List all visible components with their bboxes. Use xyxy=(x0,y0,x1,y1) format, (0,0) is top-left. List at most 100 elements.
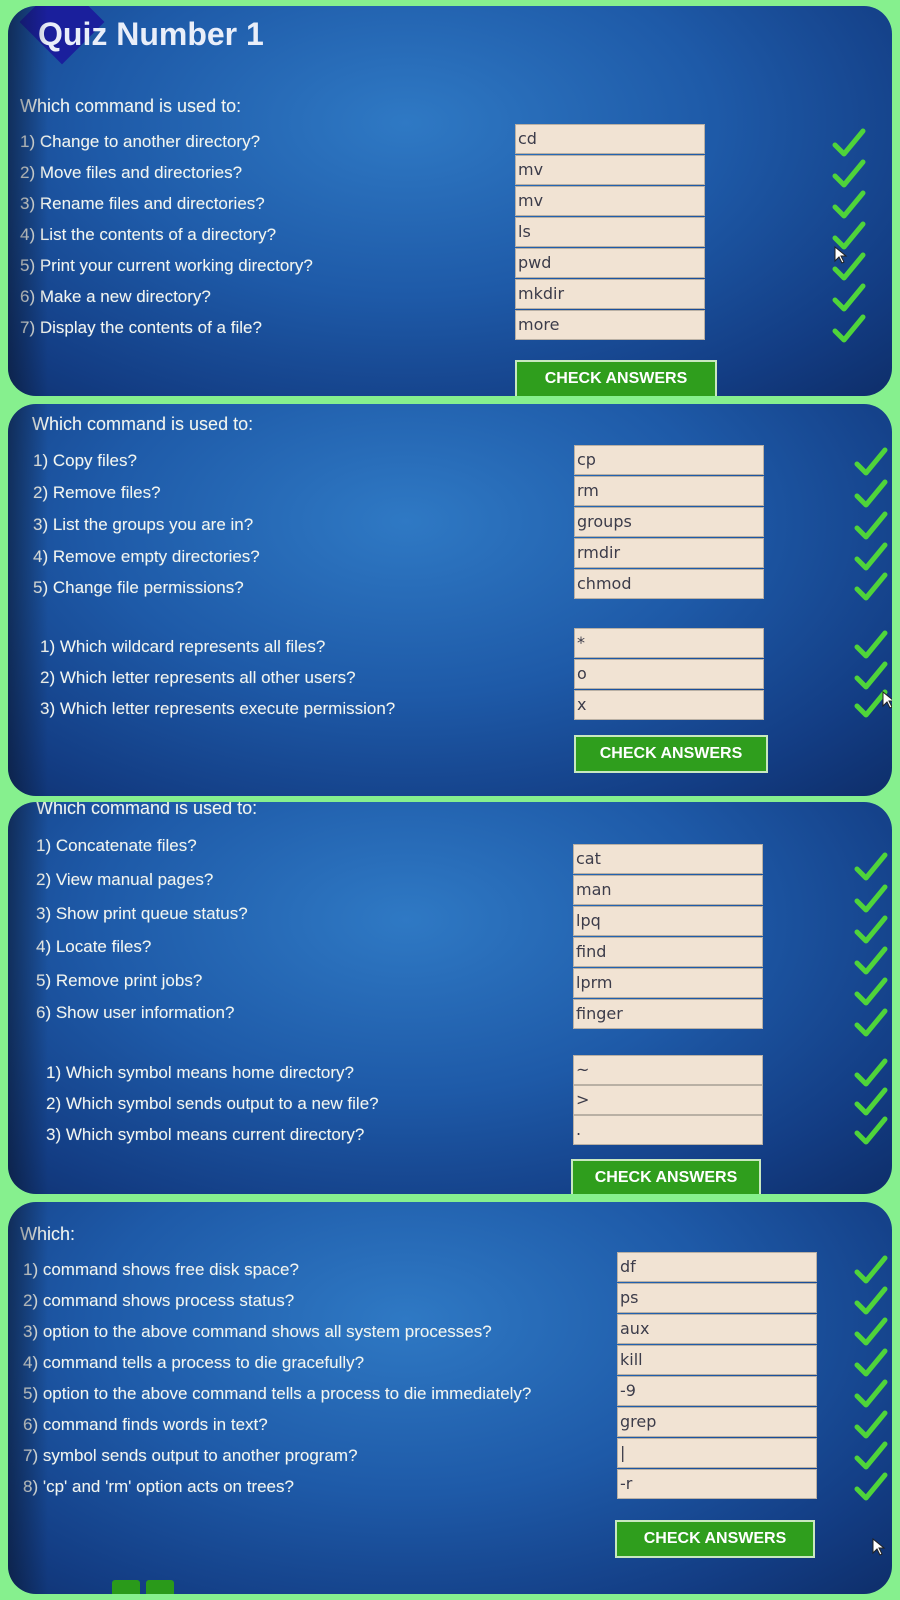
question-text: 5) option to the above command tells a p… xyxy=(23,1384,532,1403)
question-text: 4) Locate files? xyxy=(36,937,152,956)
checkmark-icon xyxy=(854,661,888,691)
question-text: 2) Which symbol sends output to a new fi… xyxy=(46,1094,379,1113)
answer-input[interactable]: cat xyxy=(573,844,763,874)
quiz-panel-4: Which: 1) command shows free disk space?… xyxy=(8,1202,892,1594)
question-text: 5) Remove print jobs? xyxy=(36,971,203,990)
checkmark-icon xyxy=(832,128,866,158)
check-answers-button[interactable]: CHECK ANSWERS xyxy=(571,1159,761,1194)
answer-input[interactable]: cp xyxy=(574,445,764,475)
checkmark-icon xyxy=(854,1286,888,1316)
answer-input[interactable]: . xyxy=(573,1115,763,1145)
answer-input[interactable]: find xyxy=(573,937,763,967)
answer-input[interactable]: o xyxy=(574,659,764,689)
question-header: Which command is used to: xyxy=(32,414,254,434)
arrow-left-icon[interactable] xyxy=(112,1580,140,1594)
answer-input[interactable]: ps xyxy=(617,1283,817,1313)
question-text: 7) Display the contents of a file? xyxy=(20,318,262,337)
answer-input[interactable]: lprm xyxy=(573,968,763,998)
question-text: 6) Show user information? xyxy=(36,1003,235,1022)
answer-input[interactable]: grep xyxy=(617,1407,817,1437)
answer-input[interactable]: chmod xyxy=(574,569,764,599)
answer-input[interactable]: mkdir xyxy=(515,279,705,309)
question-text: 4) command tells a process to die gracef… xyxy=(23,1353,365,1372)
question-header: Which: xyxy=(20,1224,76,1244)
answer-input[interactable]: | xyxy=(617,1438,817,1468)
answer-input[interactable]: * xyxy=(574,628,764,658)
question-text: 1) Change to another directory? xyxy=(20,132,261,151)
checkmark-icon xyxy=(854,572,888,602)
question-text: 3) List the groups you are in? xyxy=(33,515,254,534)
checkmark-icon xyxy=(854,1087,888,1117)
mouse-cursor-icon xyxy=(882,691,892,709)
question-text: 3) Rename files and directories? xyxy=(20,194,265,213)
page-title: Quiz Number 1 xyxy=(38,16,264,52)
question-text: 3) Which symbol means current directory? xyxy=(46,1125,365,1144)
checkmark-icon xyxy=(854,915,888,945)
checkmark-icon xyxy=(854,630,888,660)
question-text: 5) Print your current working directory? xyxy=(20,256,313,275)
question-text: 7) symbol sends output to another progra… xyxy=(23,1446,358,1465)
question-text: 1) command shows free disk space? xyxy=(23,1260,299,1279)
answer-input[interactable]: df xyxy=(617,1252,817,1282)
answer-input[interactable]: ls xyxy=(515,217,705,247)
arrow-right-icon[interactable] xyxy=(146,1580,174,1594)
answer-input[interactable]: cd xyxy=(515,124,705,154)
question-text: 2) Which letter represents all other use… xyxy=(40,668,356,687)
question-header: Which command is used to: xyxy=(20,96,242,116)
answer-input[interactable]: groups xyxy=(574,507,764,537)
checkmark-icon xyxy=(832,283,866,313)
quiz-panel-3: Which command is used to: 1) Concatenate… xyxy=(8,802,892,1194)
question-text: 6) Make a new directory? xyxy=(20,287,211,306)
question-text: 2) View manual pages? xyxy=(36,870,214,889)
answer-input[interactable]: pwd xyxy=(515,248,705,278)
checkmark-icon xyxy=(854,1058,888,1088)
answer-input[interactable]: finger xyxy=(573,999,763,1029)
question-text: 1) Copy files? xyxy=(33,451,137,470)
checkmark-icon xyxy=(832,159,866,189)
answer-input[interactable]: lpq xyxy=(573,906,763,936)
check-answers-button[interactable]: CHECK ANSWERS xyxy=(615,1520,815,1558)
answer-input[interactable]: -r xyxy=(617,1469,817,1499)
question-header: Which command is used to: xyxy=(36,802,258,818)
question-text: 1) Which wildcard represents all files? xyxy=(40,637,326,656)
answer-input[interactable]: kill xyxy=(617,1345,817,1375)
check-answers-button[interactable]: CHECK ANSWERS xyxy=(515,360,717,396)
question-text: 8) 'cp' and 'rm' option acts on trees? xyxy=(23,1477,294,1496)
answer-input[interactable]: -9 xyxy=(617,1376,817,1406)
checkmark-icon xyxy=(854,1116,888,1146)
question-text: 5) Change file permissions? xyxy=(33,578,244,597)
mouse-cursor-icon xyxy=(834,246,848,264)
answer-input[interactable]: ~ xyxy=(573,1055,763,1085)
question-text: 2) command shows process status? xyxy=(23,1291,295,1310)
answer-input[interactable]: man xyxy=(573,875,763,905)
checkmark-icon xyxy=(854,1348,888,1378)
answer-input[interactable]: rmdir xyxy=(574,538,764,568)
question-text: 1) Which symbol means home directory? xyxy=(46,1063,355,1082)
answer-input[interactable]: more xyxy=(515,310,705,340)
answer-input[interactable]: rm xyxy=(574,476,764,506)
checkmark-icon xyxy=(854,542,888,572)
mouse-cursor-icon xyxy=(872,1538,886,1556)
checkmark-icon xyxy=(854,511,888,541)
checkmark-icon xyxy=(854,1379,888,1409)
checkmark-icon xyxy=(854,479,888,509)
answer-input[interactable]: > xyxy=(573,1085,763,1115)
answer-input[interactable]: x xyxy=(574,690,764,720)
checkmark-icon xyxy=(832,314,866,344)
question-text: 2) Move files and directories? xyxy=(20,163,243,182)
checkmark-icon xyxy=(854,447,888,477)
check-answers-button[interactable]: CHECK ANSWERS xyxy=(574,735,768,773)
answer-input[interactable]: mv xyxy=(515,186,705,216)
answer-input[interactable]: mv xyxy=(515,155,705,185)
question-text: 6) command finds words in text? xyxy=(23,1415,268,1434)
answer-input[interactable]: aux xyxy=(617,1314,817,1344)
question-text: 3) Which letter represents execute permi… xyxy=(40,699,396,718)
checkmark-icon xyxy=(854,1441,888,1471)
checkmark-icon xyxy=(854,1008,888,1038)
quiz-panel-1: Quiz Number 1 Which command is used to: … xyxy=(8,6,892,396)
checkmark-icon xyxy=(854,946,888,976)
question-text: 4) List the contents of a directory? xyxy=(20,225,277,244)
quiz-panel-2: Which command is used to: 1) Copy files?… xyxy=(8,404,892,796)
checkmark-icon xyxy=(854,1255,888,1285)
question-text: 2) Remove files? xyxy=(33,483,161,502)
